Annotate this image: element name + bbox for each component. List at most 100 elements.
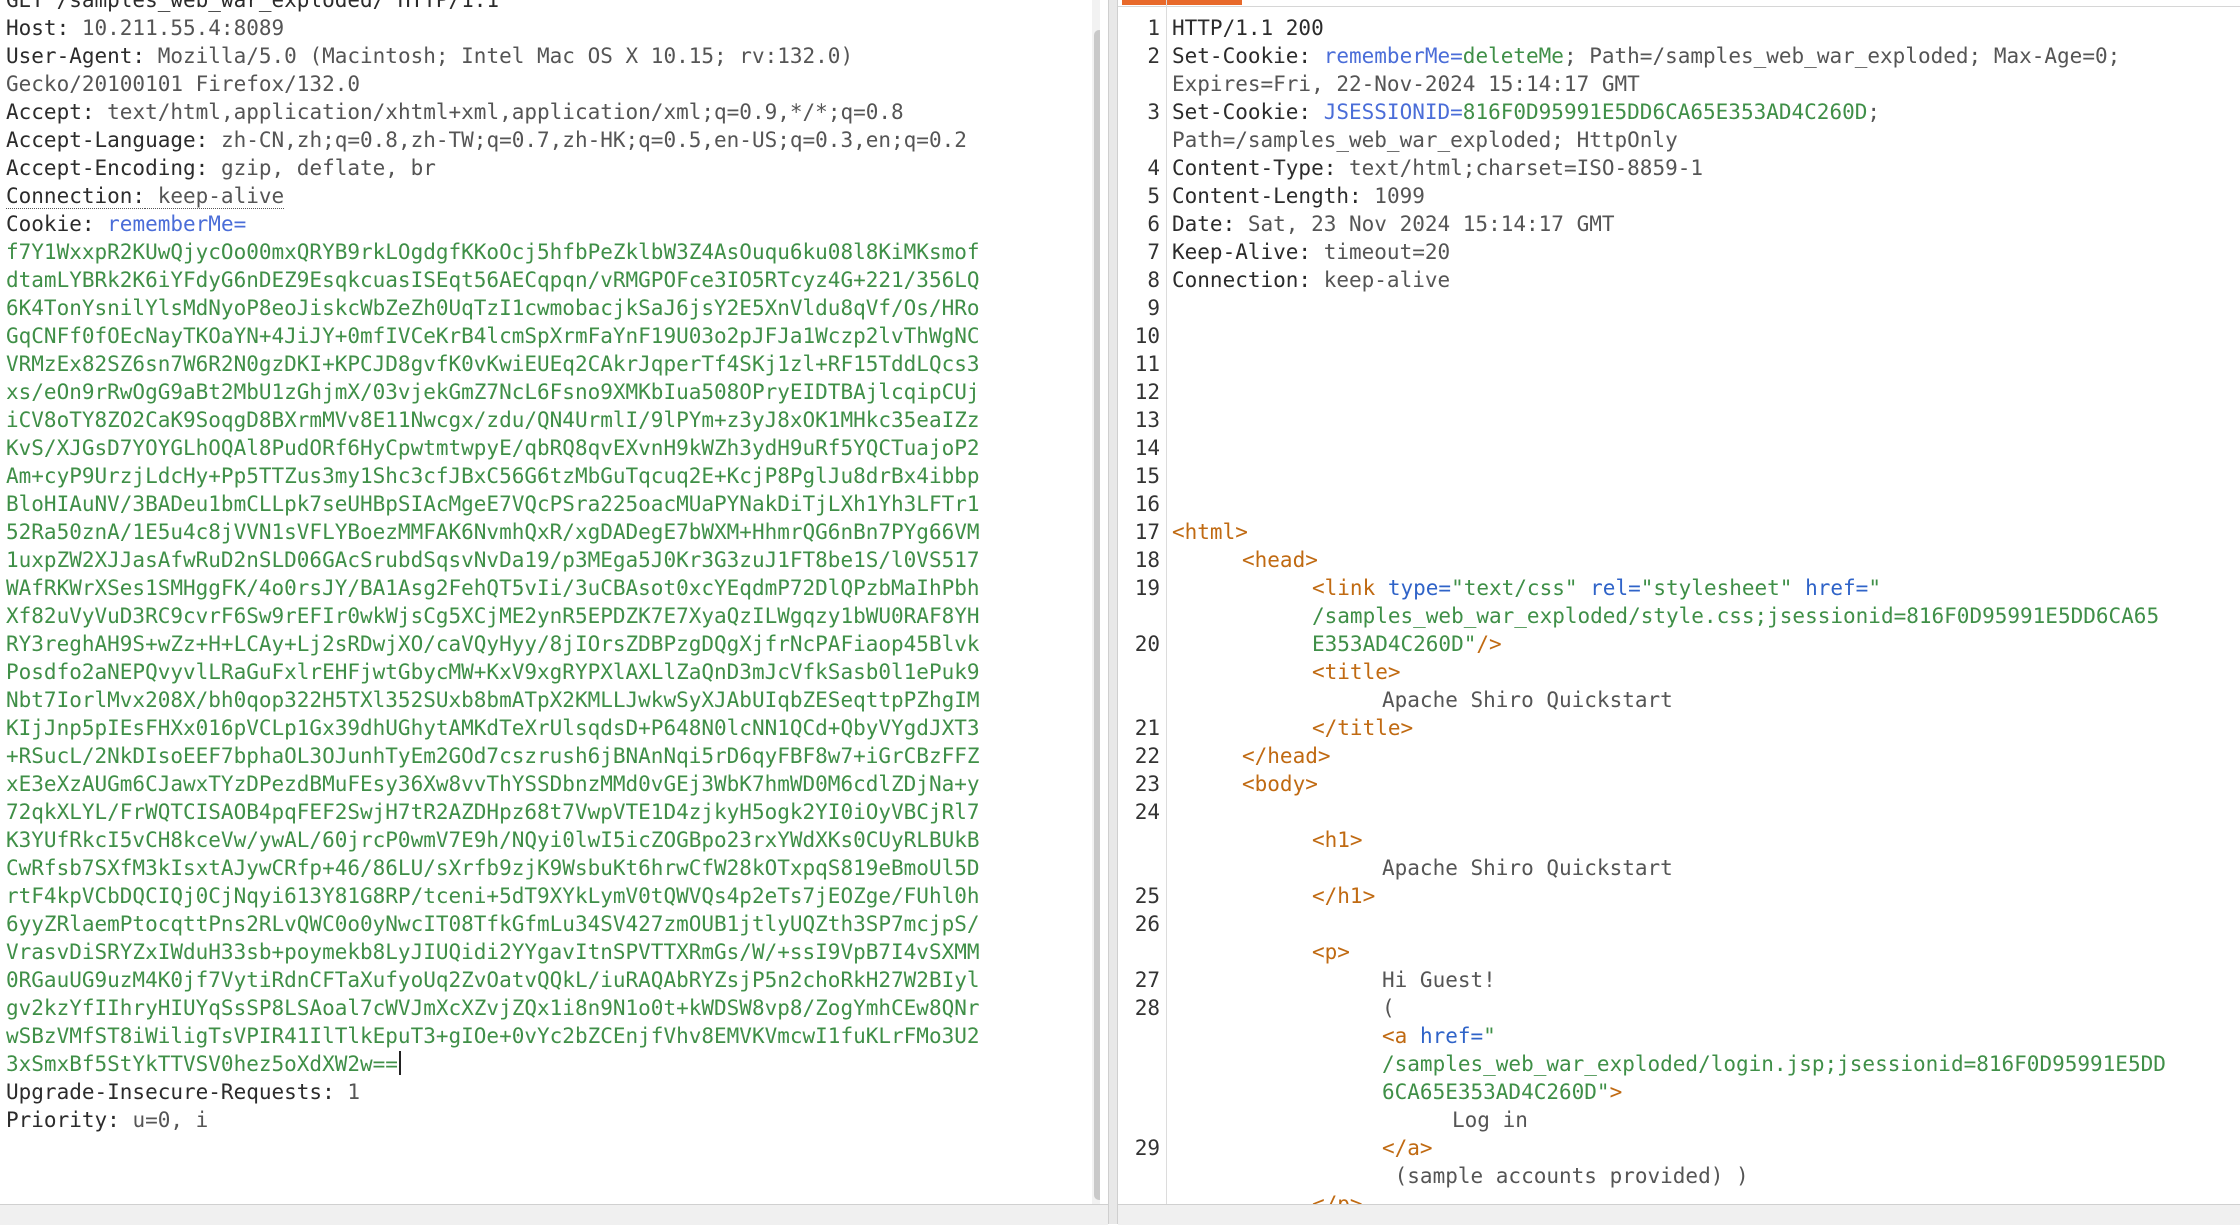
line-number: 9 xyxy=(1147,296,1160,320)
link-href-cont2: E353AD4C260D"/> xyxy=(1172,630,2240,658)
cookie-value-text: RY3reghAH9S+wZz+H+LCAy+Lj2sRDwjXO/caVQyH… xyxy=(6,632,980,656)
cookie-value[interactable]: f7Y1WxxpR2KUwQjycOo00mxQRYB9rkLOgdgfKKoO… xyxy=(6,238,1086,1078)
cookie-value-text: Posdfo2aNEPQvyvlLRaGuFxlrEHFjwtGbycMW+Kx… xyxy=(6,660,980,684)
line-number: 7 xyxy=(1147,240,1160,264)
h1-text: Apache Shiro Quickstart xyxy=(1172,854,2240,882)
login-text: Log in xyxy=(1172,1106,2240,1134)
line-number: 18 xyxy=(1134,548,1160,572)
response-top-border xyxy=(1118,0,2240,7)
cookie-value-text: KIjJnp5pIEsFHXx016pVCLp1Gx39dhUGhytAMKdT… xyxy=(6,716,980,740)
h1-open: <h1> xyxy=(1172,826,2240,854)
header-key: Priority: xyxy=(6,1108,120,1132)
header-row: Accept: text/html,application/xhtml+xml,… xyxy=(6,98,1086,126)
cookie-name: JSESSIONID= xyxy=(1311,100,1463,124)
request-scrollbar-thumb[interactable] xyxy=(1094,30,1100,1200)
link-href-cont: /samples_web_war_exploded/style.css;jses… xyxy=(1172,602,2240,630)
set-cookie-session: Set-Cookie: JSESSIONID=816F0D95991E5DD6C… xyxy=(1172,98,2240,126)
request-line: GET /samples_web_war_exploded/ HTTP/1.1 xyxy=(6,0,500,12)
cookie-value-line: WAfRKWrXSes1SMHggFK/4o0rsJY/BA1Asg2FehQT… xyxy=(6,574,1086,602)
cookie-value-line: f7Y1WxxpR2KUwQjycOo00mxQRYB9rkLOgdgfKKoO… xyxy=(6,238,1086,266)
cookie-name: rememberMe= xyxy=(94,212,247,236)
cookie-value-line: +RSucL/2NkDIsoEEF7bphaOL3OJunhTyEm2GOd7c… xyxy=(6,742,1086,770)
header-value: text/html,application/xhtml+xml,applicat… xyxy=(94,100,904,124)
p-close: </p> xyxy=(1172,1190,2240,1204)
cookie-value-text: BloHIAuNV/3BADeu1bmCLLpk7seUHBpSIAcMgeE7… xyxy=(6,492,980,516)
header-row: User-Agent: Mozilla/5.0 (Macintosh; Inte… xyxy=(6,42,1086,70)
request-editor[interactable]: GET /samples_web_war_exploded/ HTTP/1.1 … xyxy=(0,0,1100,1204)
header-value: 1 xyxy=(334,1080,361,1104)
response-tab-accent xyxy=(1122,0,1242,5)
cookie-value-line: Posdfo2aNEPQvyvlLRaGuFxlrEHFjwtGbycMW+Kx… xyxy=(6,658,1086,686)
cookie-value-text: K3YUfRkcI5vCH8kceVw/ywAL/60jrcP0wmV7E9h/… xyxy=(6,828,980,852)
cookie-value-line: 6yyZRlaemPtocqttPns2RLvQWC0o0yNwcIT08Tfk… xyxy=(6,910,1086,938)
cookie-value-text: +RSucL/2NkDIsoEEF7bphaOL3OJunhTyEm2GOd7c… xyxy=(6,744,980,768)
html-attr-value: E353AD4C260D" xyxy=(1312,632,1477,656)
body-open: <body> xyxy=(1172,770,2240,798)
request-status-bar xyxy=(0,1204,1108,1225)
set-cookie-remember: Set-Cookie: rememberMe=deleteMe; Path=/s… xyxy=(1172,42,2240,70)
cookie-value-line: K3YUfRkcI5vCH8kceVw/ywAL/60jrcP0wmV7E9h/… xyxy=(6,826,1086,854)
cookie-value-line: 6K4TonYsnilYlsMdNyoP8eoJiskcWbZeZh0UqTzI… xyxy=(6,294,1086,322)
html-tag: /> xyxy=(1476,632,1502,656)
header-value: 10.211.55.4:8089 xyxy=(69,16,285,40)
title-close: </title> xyxy=(1172,714,2240,742)
response-viewer[interactable]: 1 2 3 4 5 6 7 8 9 10 11 12 13 14 15 16 17 18 19 20 21 22 23 24 2… xyxy=(1118,0,2240,1204)
html-tag: <a xyxy=(1382,1024,1408,1048)
gutter-divider xyxy=(1166,0,1167,1204)
head-open: <head> xyxy=(1172,546,2240,574)
cookie-value-line: 1uxpZW2XJJasAfwRuD2nSLD06GAcSrubdSqsvNvD… xyxy=(6,546,1086,574)
header-value: u=0, i xyxy=(119,1108,209,1132)
line-number: 27 xyxy=(1134,968,1160,992)
cookie-value-text: iCV8oTY8ZO2CaK9SoqgD8BXrmMVv8E11Nwcgx/zd… xyxy=(6,408,980,432)
cookie-value-line: GqCNFf0fOEcNayTKOaYN+4JiJY+0mfIVCeKrB4lc… xyxy=(6,322,1086,350)
cookie-value-text: gv2kzYfIIhryHIUYqSsSP8LSAoal7cWVJmXcXZvj… xyxy=(6,996,980,1020)
line-number: 13 xyxy=(1134,408,1160,432)
header-row: Gecko/20100101 Firefox/132.0 xyxy=(6,70,1086,98)
h1-close: </h1> xyxy=(1172,882,2240,910)
response-text[interactable]: HTTP/1.1 200 Set-Cookie: rememberMe=dele… xyxy=(1172,14,2240,1204)
header-key: User-Agent: xyxy=(6,44,146,68)
cookie-value-text: VrasvDiSRYZxIWduH33sb+poymekb8LyJIUQidi2… xyxy=(6,940,980,964)
header-row: Accept-Language: zh-CN,zh;q=0.8,zh-TW;q=… xyxy=(6,126,1086,154)
cookie-value-line: 72qkXLYL/FrWQTCISAOB4pqFEF2SwjH7tR2AZDHp… xyxy=(6,798,1086,826)
line-number xyxy=(1118,826,1160,854)
pane-divider[interactable] xyxy=(1108,0,1118,1224)
request-text[interactable]: GET /samples_web_war_exploded/ HTTP/1.1 … xyxy=(6,0,1086,1134)
a-open: <a href=" xyxy=(1172,1022,2240,1050)
cookie-header: Cookie: rememberMe= xyxy=(6,210,1086,238)
line-number: 12 xyxy=(1134,380,1160,404)
header-row: Connection: keep-alive xyxy=(6,182,1086,210)
cookie-value-line: VRMzEx82SZ6sn7W6R2N0gzDKI+KPCJD8gvfK0vKw… xyxy=(6,350,1086,378)
header-key: Accept: xyxy=(6,100,95,124)
cookie-value: deleteMe xyxy=(1462,44,1564,68)
html-tag: </title> xyxy=(1312,716,1414,740)
line-number: 17 xyxy=(1134,520,1160,544)
html-text: Apache Shiro Quickstart xyxy=(1382,856,1673,880)
line-number xyxy=(1118,1078,1160,1106)
cookie-value-line: BloHIAuNV/3BADeu1bmCLLpk7seUHBpSIAcMgeE7… xyxy=(6,490,1086,518)
line-number: 28 xyxy=(1134,996,1160,1020)
link-line: <link type="text/css" rel="stylesheet" h… xyxy=(1172,574,2240,602)
a-href-cont2: 6CA65E353AD4C260D"> xyxy=(1172,1078,2240,1106)
line-number: 24 xyxy=(1134,800,1160,824)
line-number: 8 xyxy=(1147,268,1160,292)
cookie-value-line: Nbt7IorlMvx208X/bh0qop322H5TXl352SUxb8bm… xyxy=(6,686,1086,714)
line-number-gutter: 1 2 3 4 5 6 7 8 9 10 11 12 13 14 15 16 17 18 19 20 21 22 23 24 2… xyxy=(1118,14,1160,1162)
html-tag: <head> xyxy=(1242,548,1318,572)
cookie-value-line: iCV8oTY8ZO2CaK9SoqgD8BXrmMVv8E11Nwcgx/zd… xyxy=(6,406,1086,434)
line-number: 16 xyxy=(1134,492,1160,516)
header-value: Sat, 23 Nov 2024 15:14:17 GMT xyxy=(1235,212,1615,236)
line-number xyxy=(1118,854,1160,882)
cookie-value-line: CwRfsb7SXfM3kIsxtAJywCRfp+46/86LU/sXrfb9… xyxy=(6,854,1086,882)
header-key: Content-Type: xyxy=(1172,156,1337,180)
cookie-value-text: KvS/XJGsD7YOYGLhOQAl8PudORf6HyCpwtmtwpyE… xyxy=(6,436,980,460)
head-close: </head> xyxy=(1172,742,2240,770)
line-number xyxy=(1118,126,1160,154)
a-href-cont: /samples_web_war_exploded/login.jsp;jses… xyxy=(1172,1050,2240,1078)
